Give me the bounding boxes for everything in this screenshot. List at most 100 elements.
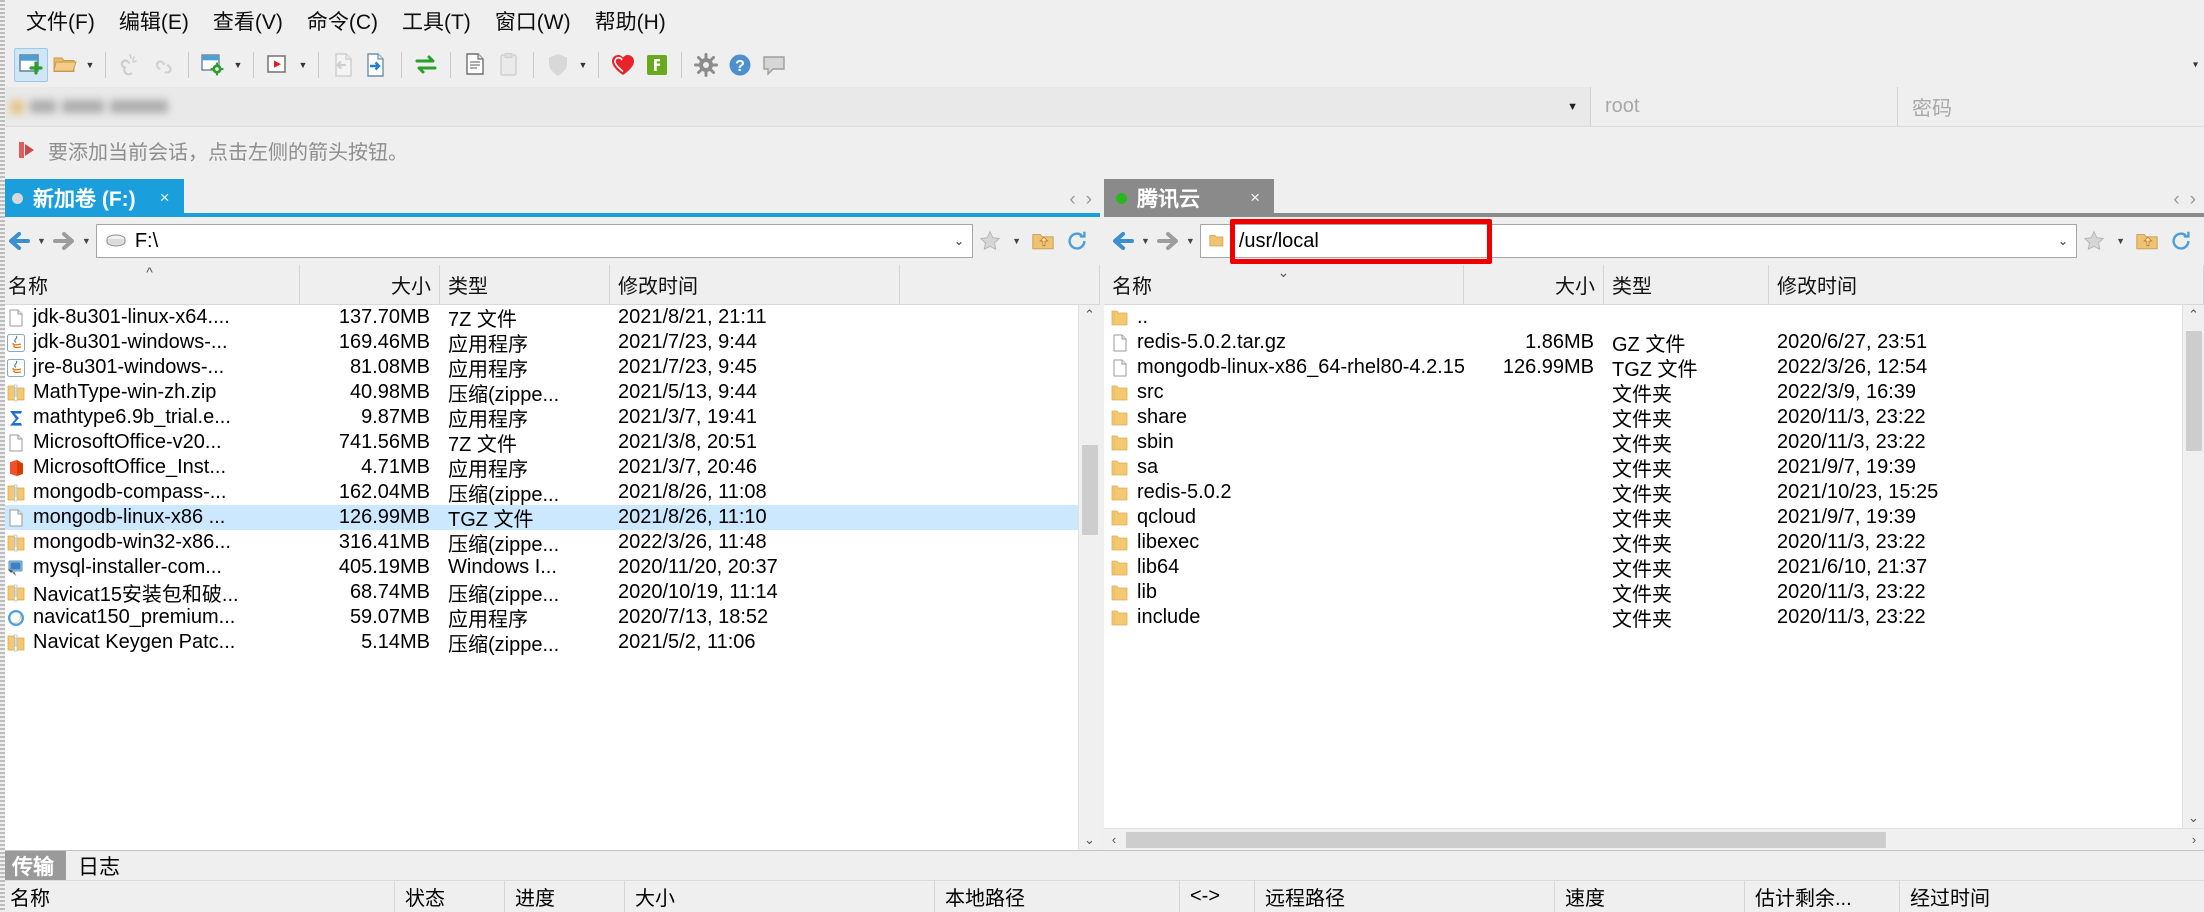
local-vscroll-thumb[interactable] bbox=[1082, 445, 1098, 535]
menu-help[interactable]: 帮助(H) bbox=[583, 2, 678, 40]
remote-back-button[interactable] bbox=[1110, 228, 1136, 254]
local-col-type[interactable]: 类型 bbox=[440, 264, 610, 305]
run-caret[interactable]: ▼ bbox=[295, 48, 311, 82]
remote-bookmark-star-icon[interactable] bbox=[2077, 224, 2111, 258]
local-tab-next-icon[interactable]: › bbox=[1086, 189, 1092, 211]
remote-vscroll-down-icon[interactable]: ⌄ bbox=[2188, 808, 2199, 828]
remote-refresh-icon[interactable] bbox=[2164, 224, 2198, 258]
remote-col-type[interactable]: 类型 bbox=[1604, 264, 1769, 305]
file-row[interactable]: MathType-win-zh.zip 40.98MB 压缩(zippe... 202… bbox=[0, 380, 1100, 406]
menu-file[interactable]: 文件(F) bbox=[14, 2, 107, 40]
file-row[interactable]: sa 文件夹 2021/9/7, 19:39 bbox=[1104, 455, 2204, 481]
local-forward-button[interactable] bbox=[51, 228, 77, 254]
remote-tab-close-icon[interactable]: × bbox=[1236, 188, 1260, 208]
menu-window[interactable]: 窗口(W) bbox=[483, 2, 583, 40]
run-icon[interactable] bbox=[261, 48, 295, 82]
transfer-col-remotepath[interactable]: 远程路径 bbox=[1255, 880, 1555, 912]
tab-log[interactable]: 日志 bbox=[66, 851, 132, 880]
local-col-size[interactable]: 大小 bbox=[300, 264, 440, 305]
remote-forward-caret[interactable]: ▼ bbox=[1181, 236, 1200, 246]
address-combo[interactable]: ▼ bbox=[0, 87, 1590, 126]
remote-vscroll-thumb[interactable] bbox=[2186, 331, 2202, 451]
remote-hscrollbar[interactable]: ‹ › bbox=[1104, 828, 2204, 850]
local-file-list[interactable]: jdk-8u301-linux-x64.... 137.70MB 7Z 文件 2021… bbox=[0, 305, 1100, 850]
transfer-col-status[interactable]: 状态 bbox=[395, 880, 505, 912]
file-row[interactable]: navicat150_premium... 59.07MB 应用程序 2020/7/1… bbox=[0, 605, 1100, 631]
file-row[interactable]: src 文件夹 2022/3/9, 16:39 bbox=[1104, 380, 2204, 406]
menu-tools[interactable]: 工具(T) bbox=[390, 2, 483, 40]
help-icon[interactable]: ? bbox=[723, 48, 757, 82]
transfer-col-localpath[interactable]: 本地路径 bbox=[935, 880, 1180, 912]
remote-file-list[interactable]: .. redis-5.0.2.tar.gz 1.86MB GZ 文件 2020/6/27… bbox=[1104, 305, 2204, 828]
file-row[interactable]: mongodb-compass-... 162.04MB 压缩(zippe... 20… bbox=[0, 480, 1100, 506]
file-row[interactable]: mongodb-linux-x86_64-rhel80-4.2.15.tgz 12… bbox=[1104, 355, 2204, 381]
transfer-col-speed[interactable]: 速度 bbox=[1555, 880, 1745, 912]
menu-edit[interactable]: 编辑(E) bbox=[107, 2, 201, 40]
toolbar-overflow-caret[interactable]: ▾ bbox=[2193, 59, 2198, 70]
local-bookmark-caret[interactable]: ▼ bbox=[1007, 236, 1026, 246]
session-settings-icon[interactable] bbox=[196, 48, 230, 82]
remote-tab[interactable]: 腾讯云 × bbox=[1104, 179, 1274, 217]
copy-icon[interactable] bbox=[458, 48, 492, 82]
transfer-col-elapsed[interactable]: 经过时间 bbox=[1900, 881, 2204, 912]
remote-tab-prev-icon[interactable]: ‹ bbox=[2173, 189, 2179, 211]
transfer-col-name[interactable]: 名称 bbox=[0, 880, 395, 912]
local-tab-prev-icon[interactable]: ‹ bbox=[1069, 189, 1075, 211]
local-bookmark-star-icon[interactable] bbox=[973, 224, 1007, 258]
file-row[interactable]: Navicat15安装包和破... 68.74MB 压缩(zippe... 2020/… bbox=[0, 580, 1100, 606]
transfer-col-size[interactable]: 大小 bbox=[625, 880, 935, 912]
local-vscroll-down-icon[interactable]: ⌄ bbox=[1084, 830, 1095, 850]
transfer-col-progress[interactable]: 进度 bbox=[505, 880, 625, 912]
file-row[interactable]: Navicat Keygen Patc... 5.14MB 压缩(zippe... 2… bbox=[0, 630, 1100, 656]
remote-col-size[interactable]: 大小 bbox=[1464, 264, 1604, 305]
file-row[interactable]: libexec 文件夹 2020/11/3, 23:22 bbox=[1104, 530, 2204, 556]
local-back-caret[interactable]: ▼ bbox=[32, 236, 51, 246]
remote-hscroll-thumb[interactable] bbox=[1126, 831, 1886, 848]
file-row[interactable]: mongodb-linux-x86 ... 126.99MB TGZ 文件 2021/… bbox=[0, 505, 1100, 531]
file-row[interactable]: .. bbox=[1104, 305, 2204, 330]
xshell-icon[interactable] bbox=[606, 48, 640, 82]
remote-up-folder-icon[interactable] bbox=[2130, 224, 2164, 258]
remote-vscroll-track[interactable] bbox=[2183, 325, 2204, 808]
file-row[interactable]: qcloud 文件夹 2021/9/7, 19:39 bbox=[1104, 505, 2204, 531]
open-folder-icon[interactable] bbox=[48, 48, 82, 82]
local-col-date[interactable]: 修改时间 bbox=[610, 264, 900, 305]
local-refresh-icon[interactable] bbox=[1060, 224, 1094, 258]
local-tab-close-icon[interactable]: × bbox=[146, 188, 170, 208]
shield-caret[interactable]: ▼ bbox=[575, 48, 591, 82]
local-col-name[interactable]: 名称 ^ bbox=[0, 264, 300, 305]
disconnect-icon[interactable] bbox=[113, 48, 147, 82]
remote-col-date[interactable]: 修改时间 bbox=[1769, 264, 2204, 305]
local-vscrollbar[interactable]: ⌃ ⌄ bbox=[1078, 305, 1100, 850]
remote-bookmark-caret[interactable]: ▼ bbox=[2111, 236, 2130, 246]
local-back-button[interactable] bbox=[6, 228, 32, 254]
menu-command[interactable]: 命令(C) bbox=[295, 2, 390, 40]
local-forward-caret[interactable]: ▼ bbox=[77, 236, 96, 246]
shield-icon[interactable] bbox=[541, 48, 575, 82]
file-row[interactable]: include 文件夹 2020/11/3, 23:22 bbox=[1104, 605, 2204, 631]
transfer-col-direction[interactable]: <-> bbox=[1180, 880, 1255, 912]
file-row[interactable]: jdk-8u301-windows-... 169.46MB 应用程序 2021/7/… bbox=[0, 330, 1100, 356]
file-row[interactable]: share 文件夹 2020/11/3, 23:22 bbox=[1104, 405, 2204, 431]
password-field[interactable]: 密码 bbox=[1897, 87, 2204, 126]
transfer-right-icon[interactable] bbox=[360, 48, 394, 82]
local-tab[interactable]: 新加卷 (F:) × bbox=[0, 179, 184, 217]
file-row[interactable]: mysql-installer-com... 405.19MB Windows I.… bbox=[0, 555, 1100, 580]
address-dropdown-caret[interactable]: ▼ bbox=[1567, 101, 1578, 113]
local-vscroll-track[interactable] bbox=[1079, 325, 1100, 830]
tab-transfer[interactable]: 传输 bbox=[0, 851, 66, 880]
file-row[interactable]: mongodb-win32-x86... 316.41MB 压缩(zippe... 2… bbox=[0, 530, 1100, 556]
local-path-caret[interactable]: ⌄ bbox=[946, 234, 964, 248]
transfer-left-icon[interactable] bbox=[326, 48, 360, 82]
remote-vscrollbar[interactable]: ⌃ ⌄ bbox=[2182, 305, 2204, 828]
file-row[interactable]: jre-8u301-windows-... 81.08MB 应用程序 2021/7/2… bbox=[0, 355, 1100, 381]
file-row[interactable]: lib64 文件夹 2021/6/10, 21:37 bbox=[1104, 555, 2204, 581]
feedback-icon[interactable] bbox=[757, 48, 791, 82]
local-path-input[interactable]: F:\ ⌄ bbox=[95, 224, 974, 258]
file-row[interactable]: redis-5.0.2 文件夹 2021/10/23, 15:25 bbox=[1104, 480, 2204, 506]
file-row[interactable]: sbin 文件夹 2020/11/3, 23:22 bbox=[1104, 430, 2204, 456]
file-row[interactable]: MicrosoftOffice-v20... 741.56MB 7Z 文件 2021/… bbox=[0, 430, 1100, 456]
remote-vscroll-up-icon[interactable]: ⌃ bbox=[2188, 305, 2199, 325]
remote-forward-button[interactable] bbox=[1155, 228, 1181, 254]
remote-hscroll-left-icon[interactable]: ‹ bbox=[1104, 832, 1124, 847]
